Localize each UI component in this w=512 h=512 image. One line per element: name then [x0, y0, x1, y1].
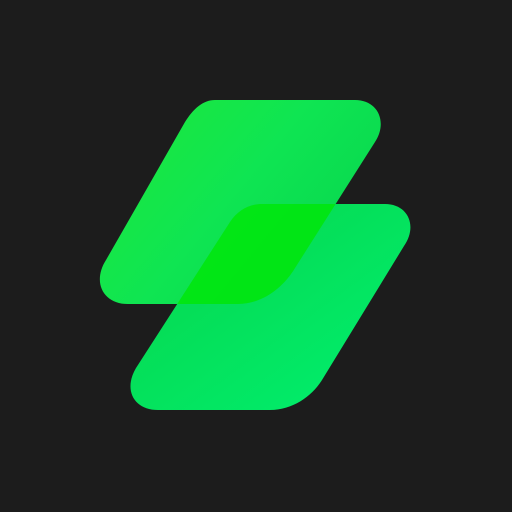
app-icon-canvas — [0, 0, 512, 512]
stacked-layers-logo-icon — [99, 100, 411, 410]
